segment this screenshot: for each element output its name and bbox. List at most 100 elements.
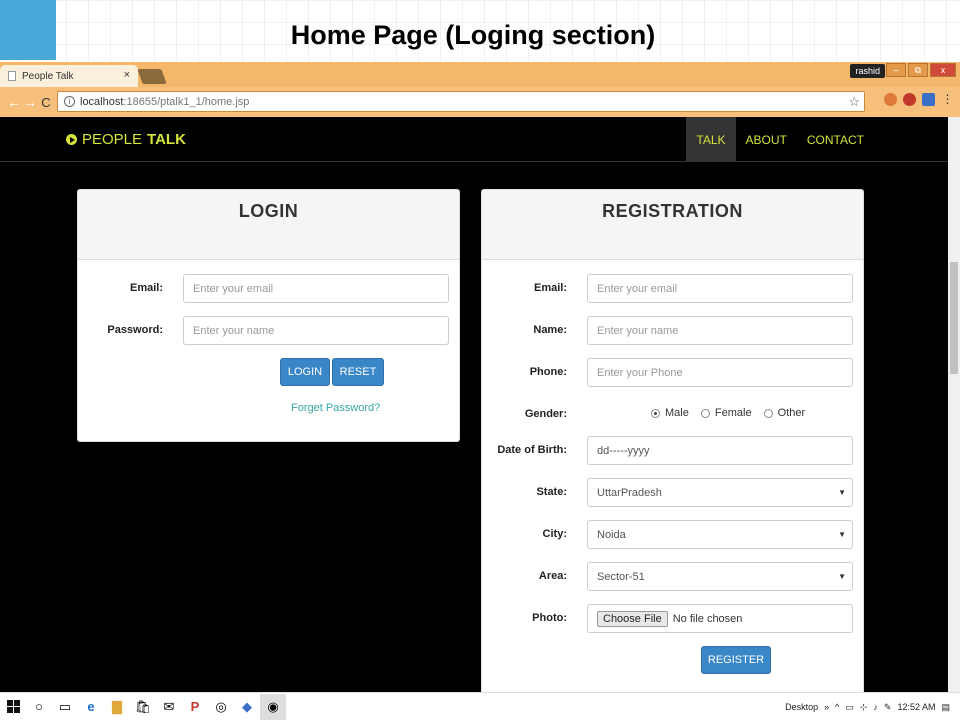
gender-other-radio[interactable] [763,408,773,418]
reg-name-input[interactable]: Enter your name [587,316,853,345]
close-window-button[interactable]: x [930,63,956,77]
page-icon [8,71,16,81]
gender-female-radio[interactable] [700,408,710,418]
forgot-password-link[interactable]: Forget Password? [291,402,380,414]
chevron-down-icon: ▼ [838,488,846,497]
photo-file-input[interactable]: Choose File No file chosen [587,604,853,633]
page-scrollbar[interactable] [948,117,960,692]
browser-window: People Talk × rashid – ⧉ x ← → C i local… [0,62,960,692]
nav-menu: TALK ABOUT CONTACT [686,117,874,162]
chrome-icon[interactable]: ◉ [260,693,286,720]
city-value: Noida [597,528,626,541]
file-explorer-icon[interactable]: ▇ [104,694,130,720]
gender-female-label: Female [714,407,752,419]
reg-photo-label: Photo: [532,612,567,624]
forward-icon[interactable]: → [22,94,38,110]
window-controls: – ⧉ x [886,63,956,77]
network-icon[interactable]: ⊹ [860,702,868,713]
back-icon[interactable]: ← [6,94,22,110]
login-button[interactable]: LOGIN [280,358,330,386]
state-select[interactable]: UttarPradesh ▼ [587,478,853,507]
login-panel: LOGIN Email: Enter your email Password: … [77,189,460,442]
reload-icon[interactable]: C [38,95,54,110]
search-circle-icon[interactable]: ○ [26,694,52,720]
site-navbar: PEOPLE TALK TALK ABOUT CONTACT [0,117,948,162]
registration-panel: REGISTRATION Email: Enter your email Nam… [481,189,864,692]
store-icon[interactable]: 🛍 [130,694,156,720]
mail-icon[interactable]: ✉ [156,694,182,720]
no-file-text: No file chosen [672,612,743,625]
reg-name-label: Name: [533,324,567,336]
info-icon[interactable]: i [64,96,75,107]
opera-icon[interactable] [903,93,916,106]
task-view-icon[interactable]: ▭ [52,694,78,720]
notifications-icon[interactable]: ▤ [941,702,950,713]
reg-state-label: State: [536,486,567,498]
reg-city-label: City: [542,528,567,540]
toolbar-overflow-icon[interactable]: » [824,702,829,712]
login-title: LOGIN [78,190,459,260]
reg-phone-input[interactable]: Enter your Phone [587,358,853,387]
brand-bold: TALK [147,131,186,148]
nav-contact[interactable]: CONTACT [797,117,874,162]
state-value: UttarPradesh [597,486,662,499]
bookmark-star-icon[interactable]: ☆ [848,94,860,110]
chevron-down-icon: ▼ [838,572,846,581]
reg-email-label: Email: [533,282,567,294]
area-select[interactable]: Sector-51 ▼ [587,562,853,591]
gender-male-label: Male [665,407,689,419]
gender-male-radio[interactable] [651,408,660,418]
extensions: ⋮ [884,93,954,106]
new-tab-button[interactable] [137,69,167,84]
extension-icon[interactable] [884,93,897,106]
scrollbar-thumb[interactable] [950,262,958,374]
edge-icon[interactable]: e [78,694,104,720]
maximize-button[interactable]: ⧉ [908,63,928,77]
choose-file-button[interactable]: Choose File [597,610,668,627]
site-brand[interactable]: PEOPLE TALK [66,131,186,148]
login-password-label: Password: [107,324,163,336]
app-icon[interactable]: ◎ [208,694,234,720]
chevron-down-icon: ▼ [838,530,846,539]
reg-phone-label: Phone: [529,366,567,378]
nav-about[interactable]: ABOUT [736,117,797,162]
area-value: Sector-51 [597,570,645,583]
show-hidden-icons-icon[interactable]: ^ [835,702,839,712]
reg-dob-input[interactable]: dd-----yyyy [587,436,853,465]
tab-title: People Talk [22,70,74,82]
pen-icon[interactable]: ✎ [884,702,892,713]
url-input[interactable]: i localhost :18655/ptalk1_1/home.jsp ☆ [57,91,865,112]
nav-talk[interactable]: TALK [686,117,736,162]
tab-bar: People Talk × rashid – ⧉ x [0,62,960,87]
minimize-button[interactable]: – [886,63,906,77]
windows-taskbar: ○ ▭ e ▇ 🛍 ✉ P ◎ ◆ ◉ Desktop » ^ ▭ ⊹ ♪ ✎ … [0,692,960,720]
address-bar-row: ← → C i localhost :18655/ptalk1_1/home.j… [0,87,960,117]
reg-email-input[interactable]: Enter your email [587,274,853,303]
profile-chip[interactable]: rashid [850,64,885,78]
brand-light: PEOPLE [82,131,143,148]
gender-other-label: Other [777,407,806,419]
gender-radio-group: Male Female Other [642,407,805,419]
slide: Home Page (Loging section) People Talk ×… [0,0,960,720]
city-select[interactable]: Noida ▼ [587,520,853,549]
register-button[interactable]: REGISTER [701,646,771,674]
login-email-input[interactable]: Enter your email [183,274,449,303]
tab-close-icon[interactable]: × [124,69,130,81]
reg-gender-label: Gender: [524,408,567,420]
battery-icon[interactable]: ▭ [845,702,854,713]
desktop-toolbar-label[interactable]: Desktop [785,702,818,712]
clock-time[interactable]: 12:52 AM [897,702,935,712]
volume-icon[interactable]: ♪ [873,702,878,712]
registration-title: REGISTRATION [482,190,863,260]
menu-dots-icon[interactable]: ⋮ [941,93,954,106]
login-password-input[interactable]: Enter your name [183,316,449,345]
extension-cube-icon[interactable] [922,93,935,106]
browser-tab[interactable]: People Talk × [0,65,138,87]
windows-start-icon[interactable] [0,694,26,720]
system-tray: Desktop » ^ ▭ ⊹ ♪ ✎ 12:52 AM ▤ [785,693,950,720]
web-page: PEOPLE TALK TALK ABOUT CONTACT LOGIN Ema… [0,117,948,692]
reset-button[interactable]: RESET [332,358,384,386]
powerpoint-icon[interactable]: P [182,694,208,720]
url-host: localhost [80,95,124,108]
virtualbox-icon[interactable]: ◆ [234,694,260,720]
